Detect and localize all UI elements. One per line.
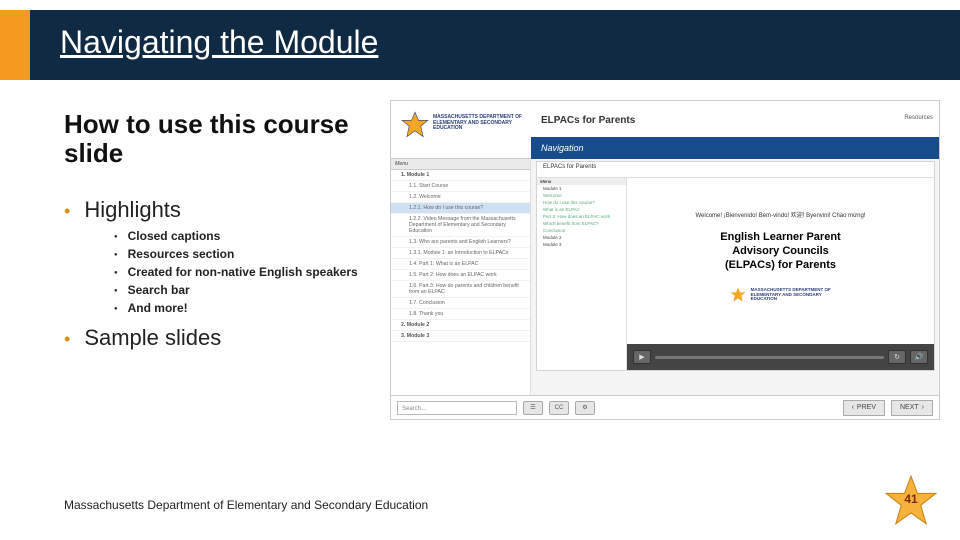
left-column: How to use this course slide • Highlight…: [64, 110, 374, 357]
settings-button[interactable]: ⚙: [575, 401, 595, 415]
dept-logo: [401, 111, 429, 144]
bullet-label: Sample slides: [84, 325, 221, 351]
chevron-right-icon: ›: [922, 404, 924, 411]
menu-sub[interactable]: 1.7. Conclusion: [391, 298, 530, 309]
bullet-highlights: • Highlights: [64, 197, 374, 223]
title-bar: Navigating the Module: [0, 10, 960, 80]
logo-text: MASSACHUSETTS DEPARTMENT OF ELEMENTARY A…: [433, 115, 522, 132]
player-bottom-bar: Search… ☰ CC ⚙ ‹PREV NEXT›: [391, 395, 939, 419]
menu-module[interactable]: 1. Module 1: [391, 170, 530, 181]
course-menu[interactable]: Menu 1. Module 1 1.1. Start Course 1.2. …: [391, 159, 531, 395]
bullet-dot-icon: •: [64, 201, 70, 222]
inner-menu[interactable]: Menu Module 1 Welcome How do I use this …: [537, 178, 627, 370]
inner-content: Welcome! ¡Bienvenido! Bem-vindo! 欢迎! Bye…: [627, 178, 934, 344]
inner-slide-preview: ELPACs for Parents Menu Module 1 Welcome…: [536, 161, 935, 371]
course-player-screenshot: MASSACHUSETTS DEPARTMENT OF ELEMENTARY A…: [390, 100, 940, 420]
inner-title: English Learner Parent Advisory Councils…: [635, 231, 926, 272]
menu-header: Menu: [391, 159, 530, 170]
media-controls: ▶ ↻ 🔊: [627, 344, 934, 370]
menu-module[interactable]: 3. Module 3: [391, 331, 530, 342]
prev-button[interactable]: ‹PREV: [843, 400, 885, 416]
page-number-badge: 41: [884, 474, 938, 528]
replay-button[interactable]: ↻: [888, 350, 906, 364]
bullet-sample-slides: • Sample slides: [64, 325, 374, 351]
bullet-dot-icon: •: [64, 329, 70, 350]
inner-header: ELPACs for Parents: [537, 162, 934, 178]
list-item: ●Closed captions: [114, 229, 374, 245]
resources-link[interactable]: Resources: [904, 115, 933, 121]
inner-logo: MASSACHUSETTS DEPARTMENT OF ELEMENTARY A…: [730, 286, 831, 304]
accent-bar: [0, 10, 30, 80]
subtitle: How to use this course slide: [64, 110, 374, 167]
menu-sub-active[interactable]: 1.2.1. How do I use this course?: [391, 203, 530, 214]
menu-sub[interactable]: 1.2. Welcome: [391, 192, 530, 203]
menu-sub[interactable]: 1.3. Who are parents and English Learner…: [391, 237, 530, 248]
list-item: ●And more!: [114, 301, 374, 317]
seek-bar[interactable]: [655, 356, 884, 359]
bullet-label: Highlights: [84, 197, 181, 223]
menu-sub[interactable]: 1.5. Part 2: How does an ELPAC work: [391, 270, 530, 281]
course-title: ELPACs for Parents: [541, 115, 635, 126]
next-button[interactable]: NEXT›: [891, 400, 933, 416]
toggle-button[interactable]: ☰: [523, 401, 543, 415]
slide: Navigating the Module How to use this co…: [0, 0, 960, 540]
list-item: ●Created for non-native English speakers: [114, 265, 374, 281]
list-item: ●Resources section: [114, 247, 374, 263]
list-item: ●Search bar: [114, 283, 374, 299]
star-icon: [401, 111, 429, 139]
search-input[interactable]: Search…: [397, 401, 517, 415]
chevron-left-icon: ‹: [852, 404, 854, 411]
welcome-line: Welcome! ¡Bienvenido! Bem-vindo! 欢迎! Bye…: [635, 210, 926, 219]
menu-sub[interactable]: 1.8. Thank you: [391, 309, 530, 320]
menu-module[interactable]: 2. Module 2: [391, 320, 530, 331]
navigation-tab[interactable]: Navigation: [531, 137, 939, 159]
highlights-list: ●Closed captions ●Resources section ●Cre…: [114, 229, 374, 317]
page-number: 41: [884, 492, 938, 506]
menu-sub[interactable]: 1.4. Part 1: What is an ELPAC: [391, 259, 530, 270]
footer-text: Massachusetts Department of Elementary a…: [64, 498, 428, 512]
play-button[interactable]: ▶: [633, 350, 651, 364]
player-header: MASSACHUSETTS DEPARTMENT OF ELEMENTARY A…: [391, 101, 939, 159]
slide-title: Navigating the Module: [60, 24, 378, 61]
volume-button[interactable]: 🔊: [910, 350, 928, 364]
menu-sub[interactable]: 1.1. Start Course: [391, 181, 530, 192]
menu-sub[interactable]: 1.2.2. Video Message from the Massachuse…: [391, 214, 530, 237]
cc-button[interactable]: CC: [549, 401, 569, 415]
menu-sub[interactable]: 1.3.1. Module 1: an Introduction to ELPA…: [391, 248, 530, 259]
menu-sub[interactable]: 1.6. Part 3: How do parents and children…: [391, 281, 530, 298]
star-icon: [730, 287, 746, 303]
